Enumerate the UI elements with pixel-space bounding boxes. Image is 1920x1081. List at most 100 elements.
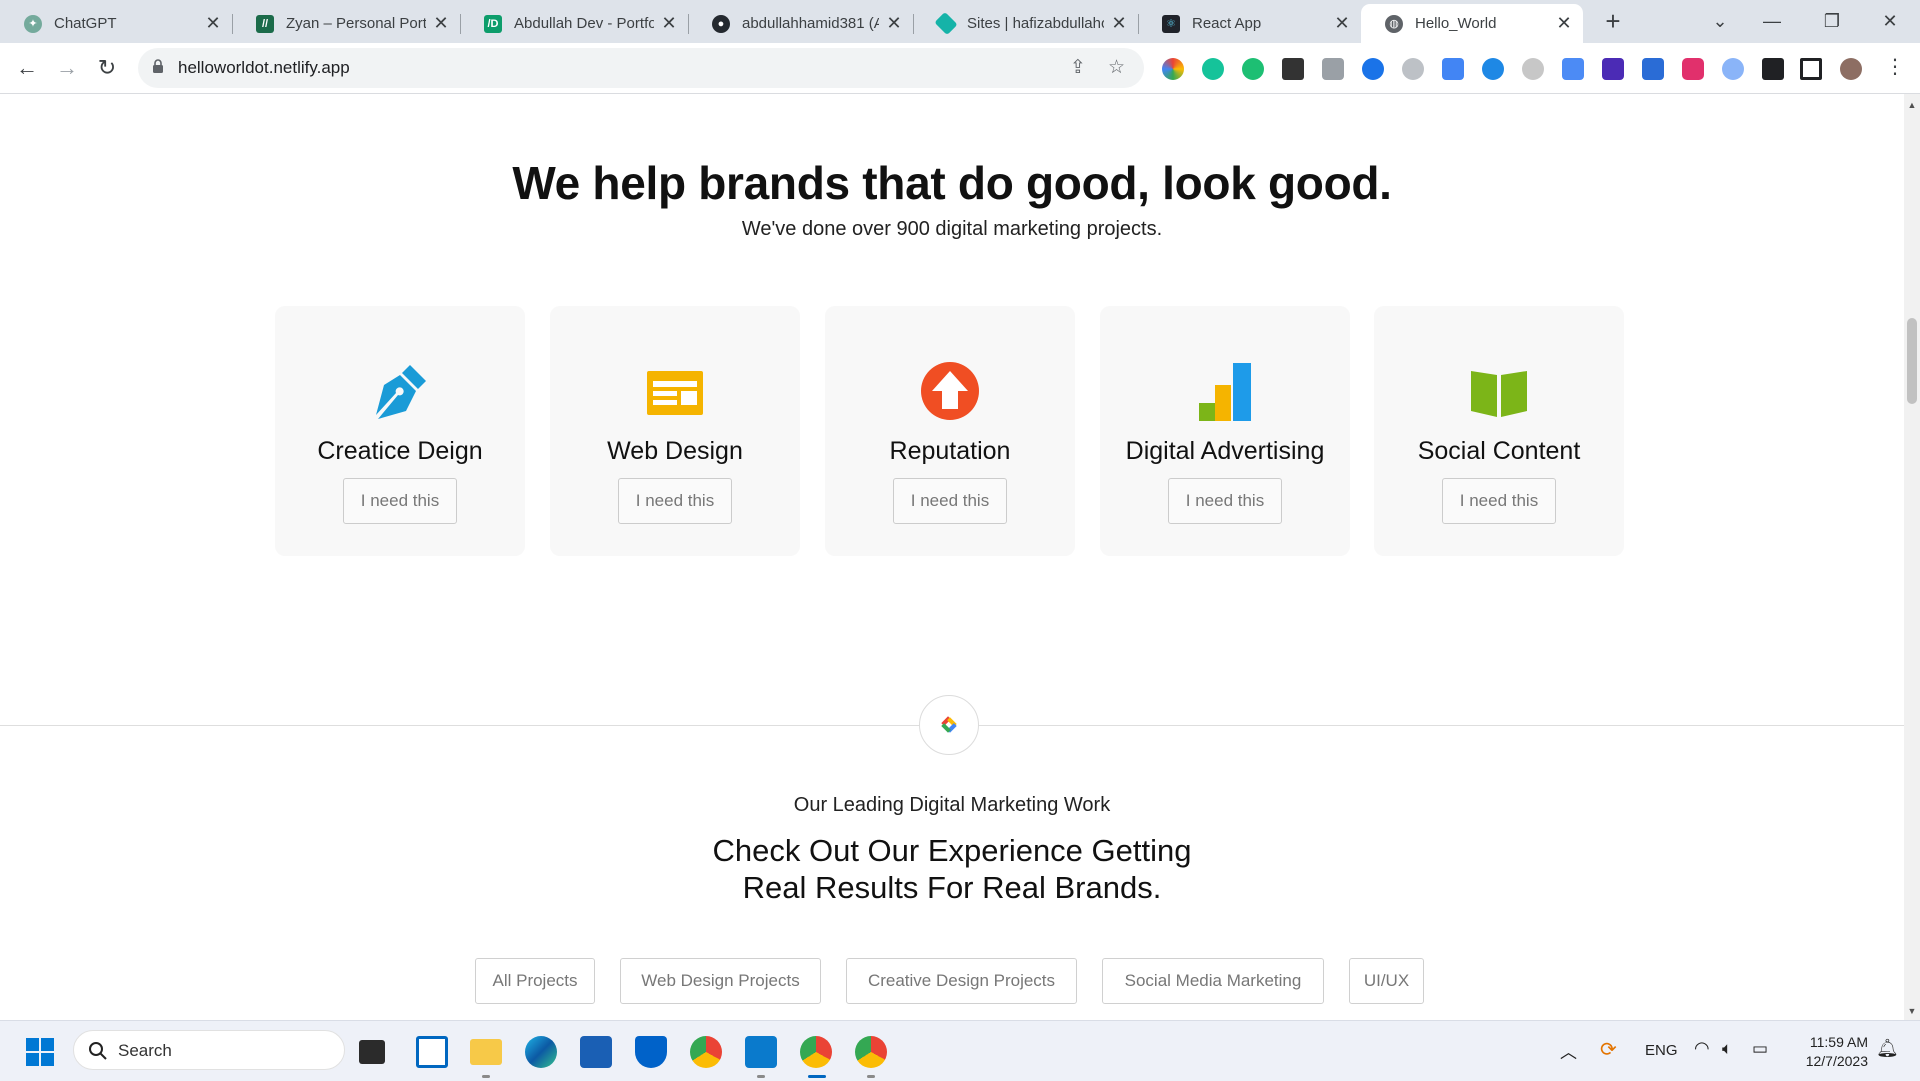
- tab-hello-world[interactable]: ◍ Hello_World ✕: [1361, 4, 1583, 43]
- widgets-icon[interactable]: [416, 1036, 448, 1068]
- close-tab-icon[interactable]: ✕: [432, 13, 450, 34]
- battery-icon[interactable]: ▭: [1752, 1039, 1768, 1059]
- tab-search-chevron-icon[interactable]: ⌄: [1700, 6, 1740, 36]
- chrome-profile-icon[interactable]: [800, 1036, 832, 1068]
- camera-extension-icon[interactable]: [1322, 58, 1344, 80]
- chrome-second-icon[interactable]: [855, 1036, 887, 1068]
- scrollbar-thumb[interactable]: [1907, 318, 1917, 404]
- language-indicator[interactable]: ENG: [1645, 1042, 1678, 1059]
- filter-ui-ux[interactable]: UI/UX: [1349, 958, 1424, 1004]
- service-title: Web Design: [607, 437, 743, 465]
- minimize-button[interactable]: —: [1752, 6, 1792, 36]
- side-panel-icon[interactable]: [1800, 58, 1822, 80]
- service-card-creative-design: Creatice Deign I need this: [275, 306, 525, 556]
- zip-extension-icon[interactable]: [1642, 58, 1664, 80]
- close-tab-icon[interactable]: ✕: [204, 13, 222, 34]
- i-need-this-button[interactable]: I need this: [893, 478, 1007, 524]
- play-extension-icon[interactable]: [1362, 58, 1384, 80]
- system-clock[interactable]: 11:59 AM 12/7/2023: [1790, 1033, 1868, 1071]
- divider-logo: [919, 695, 979, 755]
- tab-title: abdullahhamid381 (A: [742, 15, 879, 32]
- i-need-this-button[interactable]: I need this: [618, 478, 732, 524]
- scroll-up-arrow-icon[interactable]: ▲: [1907, 100, 1917, 110]
- back-button[interactable]: ←: [11, 52, 43, 84]
- tab-github[interactable]: ● abdullahhamid381 (A ✕: [688, 4, 914, 43]
- restore-button[interactable]: ❐: [1812, 6, 1852, 36]
- tab-netlify-sites[interactable]: Sites | hafizabdullaho ✕: [913, 4, 1139, 43]
- file-explorer-icon[interactable]: [470, 1039, 502, 1065]
- i-need-this-button[interactable]: I need this: [1442, 478, 1556, 524]
- hero-title: We help brands that do good, look good.: [512, 157, 1392, 209]
- service-card-social-content: Social Content I need this: [1374, 306, 1624, 556]
- close-tab-icon[interactable]: ✕: [885, 13, 903, 34]
- tab-chatgpt[interactable]: ✦ ChatGPT ✕: [0, 4, 233, 43]
- service-card-digital-advertising: Digital Advertising I need this: [1100, 306, 1350, 556]
- tab-title: React App: [1192, 15, 1262, 32]
- refresh-extension-icon[interactable]: [1242, 58, 1264, 80]
- page-scrollbar[interactable]: ▲ ▼: [1904, 94, 1920, 1020]
- tab-abdullah-dev[interactable]: /D Abdullah Dev - Portfo ✕: [460, 4, 689, 43]
- work-title-line: Check Out Our Experience Getting: [712, 833, 1192, 868]
- bookmark-star-icon[interactable]: ☆: [1108, 56, 1125, 79]
- edge-icon[interactable]: [525, 1036, 557, 1068]
- eyedropper-extension-icon[interactable]: [1282, 58, 1304, 80]
- task-view-icon[interactable]: [359, 1040, 385, 1064]
- lock-icon: [153, 59, 163, 73]
- ethereum-extension-icon[interactable]: [1482, 58, 1504, 80]
- open-book-icon: [1471, 371, 1527, 417]
- taskbar-search[interactable]: Search: [73, 1030, 345, 1070]
- i-need-this-button[interactable]: I need this: [1168, 478, 1282, 524]
- close-tab-icon[interactable]: ✕: [660, 13, 678, 34]
- i-need-this-button[interactable]: I need this: [343, 478, 457, 524]
- close-tab-icon[interactable]: ✕: [1555, 13, 1573, 34]
- filter-social-media-marketing[interactable]: Social Media Marketing: [1102, 958, 1324, 1004]
- sync-icon[interactable]: ⟳: [1600, 1037, 1617, 1062]
- filter-creative-design-projects[interactable]: Creative Design Projects: [846, 958, 1077, 1004]
- close-tab-icon[interactable]: ✕: [1110, 13, 1128, 34]
- new-tab-button[interactable]: +: [1598, 8, 1628, 36]
- chrome-icon[interactable]: [690, 1036, 722, 1068]
- share-icon[interactable]: ⇪: [1070, 56, 1086, 79]
- forward-button[interactable]: →: [51, 52, 83, 84]
- bolt-extension-icon[interactable]: [1522, 58, 1544, 80]
- chatgpt-icon: ✦: [24, 14, 42, 33]
- globe-extension-icon[interactable]: [1402, 58, 1424, 80]
- service-card-web-design: Web Design I need this: [550, 306, 800, 556]
- diamond-extension-icon[interactable]: [1602, 58, 1624, 80]
- vscode-icon[interactable]: [745, 1036, 777, 1068]
- browser-toolbar: ← → ↻ helloworldot.netlify.app ⇪ ☆ ⋮: [0, 43, 1920, 94]
- extensions-puzzle-icon[interactable]: [1762, 58, 1784, 80]
- grammarly-extension-icon[interactable]: [1202, 58, 1224, 80]
- service-title: Reputation: [889, 437, 1011, 465]
- translate-extension-icon[interactable]: [1442, 58, 1464, 80]
- close-tab-icon[interactable]: ✕: [1333, 13, 1351, 34]
- tab-title: Sites | hafizabdullaho: [967, 15, 1104, 32]
- show-hidden-icons-chevron-icon[interactable]: ︿: [1560, 1038, 1577, 1063]
- filter-all-projects[interactable]: All Projects: [475, 958, 595, 1004]
- filter-web-design-projects[interactable]: Web Design Projects: [620, 958, 821, 1004]
- reload-button[interactable]: ↻: [91, 52, 123, 84]
- screen-extension-icon[interactable]: [1562, 58, 1584, 80]
- defender-shield-icon[interactable]: [635, 1036, 667, 1068]
- tab-zyan[interactable]: // Zyan – Personal Portf ✕: [232, 4, 461, 43]
- active-indicator: [808, 1075, 826, 1078]
- address-bar[interactable]: helloworldot.netlify.app ⇪ ☆: [138, 48, 1144, 88]
- menu-kebab-icon[interactable]: ⋮: [1885, 54, 1905, 78]
- tab-react-app[interactable]: ⚛ React App ✕: [1138, 4, 1362, 43]
- microsoft-store-icon[interactable]: [580, 1036, 612, 1068]
- volume-icon[interactable]: 🔈︎: [1722, 1039, 1732, 1059]
- profile-avatar[interactable]: [1840, 58, 1862, 80]
- windows-start-icon[interactable]: [26, 1038, 54, 1066]
- service-title: Creatice Deign: [317, 437, 483, 465]
- work-kicker: Our Leading Digital Marketing Work: [793, 794, 1111, 816]
- scroll-down-arrow-icon[interactable]: ▼: [1907, 1006, 1917, 1016]
- instagram-extension-icon[interactable]: [1682, 58, 1704, 80]
- close-window-button[interactable]: ✕: [1870, 6, 1910, 36]
- brand-diamond-icon: [941, 716, 957, 733]
- wifi-icon[interactable]: ◠: [1694, 1038, 1710, 1059]
- clock-date: 12/7/2023: [1805, 1053, 1868, 1069]
- color-picker-extension-icon[interactable]: [1162, 58, 1184, 80]
- search-extension-icon[interactable]: [1722, 58, 1744, 80]
- notification-bell-icon[interactable]: 🔔︎: [1876, 1038, 1899, 1059]
- running-indicator: [867, 1075, 875, 1078]
